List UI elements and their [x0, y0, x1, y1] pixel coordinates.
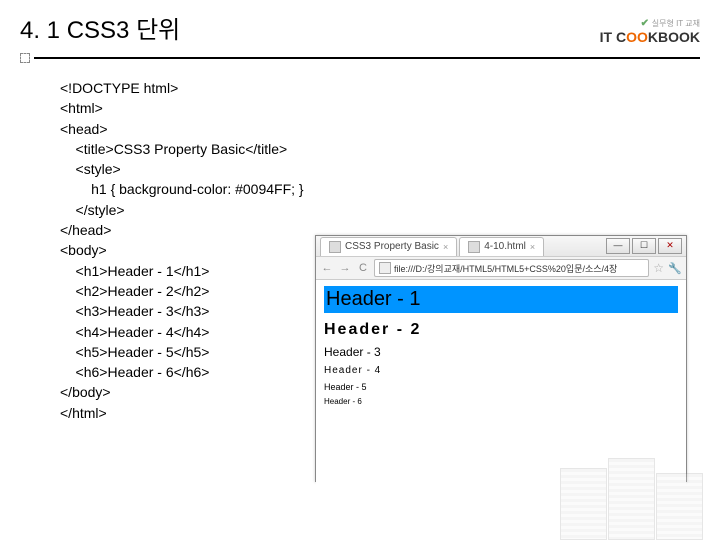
document-icon [468, 241, 480, 253]
logo-brand: IT COOKBOOK [600, 29, 700, 45]
rendered-h5: Header - 5 [324, 382, 678, 392]
title-rule [20, 53, 700, 63]
window-titlebar: CSS3 Property Basic × 4-10.html × — ☐ ✕ [316, 236, 686, 257]
window-controls: — ☐ ✕ [606, 238, 682, 254]
close-tab-icon[interactable]: × [530, 242, 535, 252]
logo-tagline: 실무형 IT 교재 [652, 19, 700, 28]
document-icon [329, 241, 341, 253]
rendered-h3: Header - 3 [324, 345, 678, 359]
logo-prefix: IT C [600, 29, 626, 45]
maximize-button[interactable]: ☐ [632, 238, 656, 254]
code-line: </head> [60, 222, 111, 238]
code-line: <html> [60, 100, 103, 116]
close-tab-icon[interactable]: × [443, 242, 448, 252]
tab-active[interactable]: CSS3 Property Basic × [320, 237, 457, 256]
code-line: <h5>Header - 5</h5> [60, 344, 209, 360]
code-line: <style> [60, 161, 121, 177]
rendered-h2: Header - 2 [324, 321, 678, 339]
code-line: <body> [60, 242, 107, 258]
code-line: </style> [60, 202, 125, 218]
code-line: <h6>Header - 6</h6> [60, 364, 209, 380]
minimize-button[interactable]: — [606, 238, 630, 254]
rendered-h4: Header - 4 [324, 365, 678, 376]
code-line: <!DOCTYPE html> [60, 80, 178, 96]
close-button[interactable]: ✕ [658, 238, 682, 254]
rule-marker [20, 53, 30, 63]
tab-label: 4-10.html [484, 241, 526, 252]
code-line: <h2>Header - 2</h2> [60, 283, 209, 299]
url-input[interactable]: file:///D:/강의교재/HTML5/HTML5+CSS%20입문/소스/… [374, 259, 649, 277]
rendered-h6: Header - 6 [324, 397, 678, 406]
rendered-h1: Header - 1 [324, 286, 678, 313]
logo-area: ✔ 실무형 IT 교재 IT COOKBOOK [600, 18, 700, 45]
tab-inactive[interactable]: 4-10.html × [459, 237, 544, 256]
code-line: <h3>Header - 3</h3> [60, 303, 209, 319]
code-line: <h1>Header - 1</h1> [60, 263, 209, 279]
file-icon [379, 262, 391, 274]
rule-line [34, 57, 700, 59]
address-bar: ← → C file:///D:/강의교재/HTML5/HTML5+CSS%20… [316, 257, 686, 280]
browser-window: CSS3 Property Basic × 4-10.html × — ☐ ✕ … [315, 235, 687, 482]
code-line: h1 { background-color: #0094FF; } [60, 181, 304, 197]
code-line: <head> [60, 121, 108, 137]
bookmark-icon[interactable]: ☆ [653, 261, 664, 275]
slide-title: 4. 1 CSS3 단위 [20, 10, 700, 45]
code-line: </body> [60, 384, 111, 400]
forward-icon[interactable]: → [338, 261, 352, 275]
url-text: file:///D:/강의교재/HTML5/HTML5+CSS%20입문/소스/… [394, 262, 617, 275]
logo-suffix: KBOOK [648, 29, 700, 45]
rendered-page: Header - 1 Header - 2 Header - 3 Header … [316, 280, 686, 491]
check-icon: ✔ [641, 18, 649, 29]
code-line: </html> [60, 405, 107, 421]
back-icon[interactable]: ← [320, 261, 334, 275]
reload-icon[interactable]: C [356, 261, 370, 275]
code-line: <h4>Header - 4</h4> [60, 324, 209, 340]
logo-highlight: OO [626, 29, 648, 45]
tab-label: CSS3 Property Basic [345, 241, 439, 252]
settings-icon[interactable]: 🔧 [668, 261, 682, 275]
code-line: <title>CSS3 Property Basic</title> [60, 141, 287, 157]
